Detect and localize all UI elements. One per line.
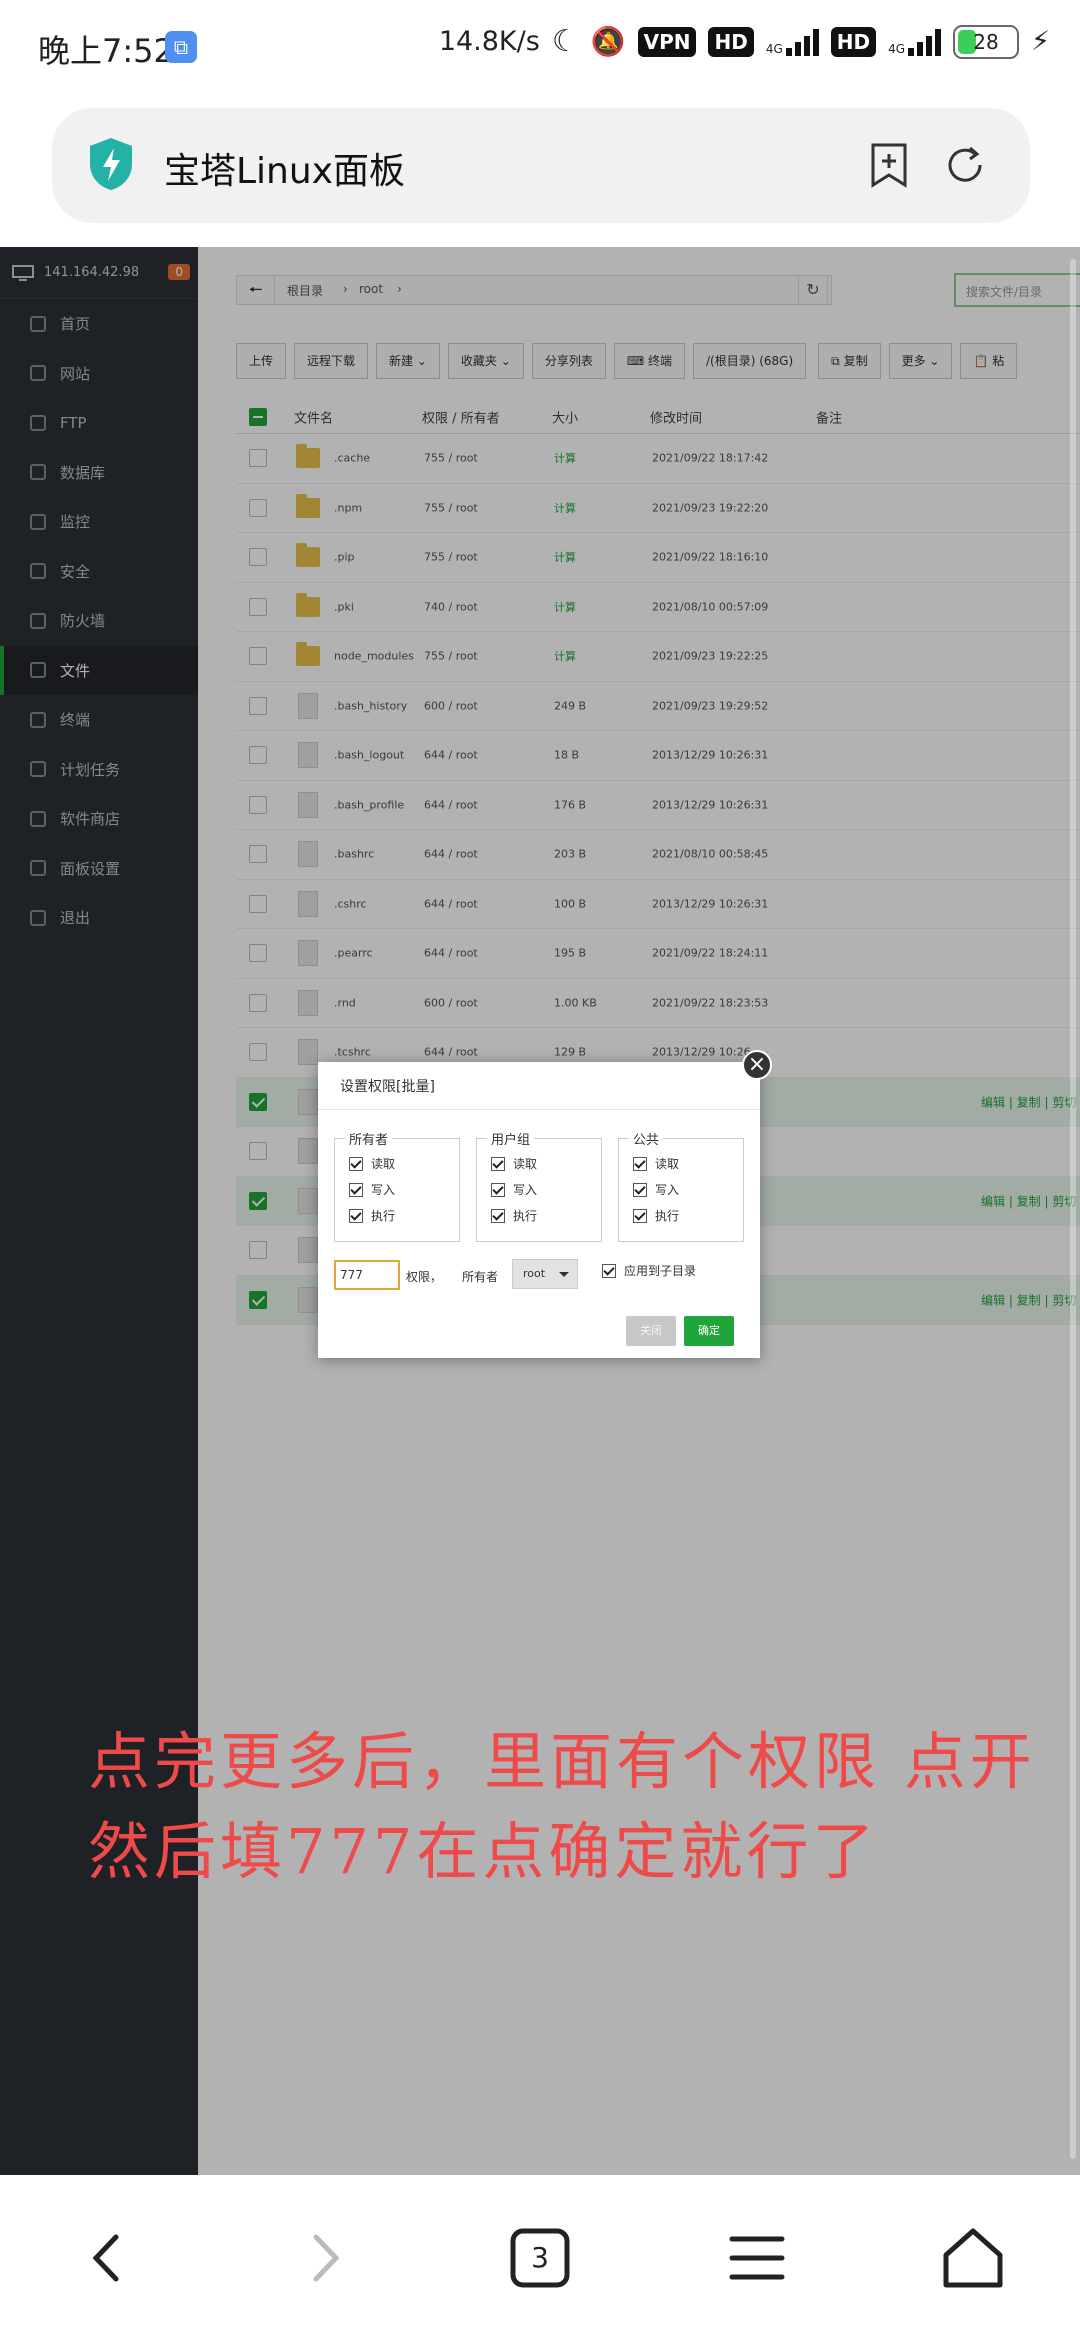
charging-icon: ⚡ <box>1031 26 1050 57</box>
back-icon[interactable] <box>72 2223 142 2293</box>
perm-option[interactable]: 执行 <box>491 1207 537 1224</box>
recursive-option[interactable]: 应用到子目录 <box>602 1262 696 1279</box>
recursive-checkbox[interactable] <box>602 1263 616 1278</box>
vpn-badge: VPN <box>637 26 697 57</box>
perm-option[interactable]: 读取 <box>633 1155 679 1172</box>
perm-option[interactable]: 写入 <box>491 1181 537 1198</box>
close-icon[interactable]: × <box>742 1050 772 1080</box>
perm-option[interactable]: 写入 <box>633 1181 679 1198</box>
handwritten-annotation: 点完更多后，里面有个权限 点开然后填777在点确定就行了 <box>88 1725 1036 1888</box>
forward-icon[interactable] <box>290 2223 360 2293</box>
bookmark-add-icon[interactable] <box>866 142 912 188</box>
perm-checkbox[interactable] <box>491 1182 505 1197</box>
perm-label: 读取 <box>655 1157 680 1171</box>
page-title: 宝塔Linux面板 <box>164 151 405 192</box>
moon-icon: ☾ <box>551 24 579 59</box>
signal-1-icon: 4G <box>766 28 819 56</box>
perm-checkbox[interactable] <box>491 1208 505 1223</box>
perm-group-1: 用户组读取写入执行 <box>476 1129 602 1242</box>
permission-input[interactable]: 777 <box>334 1260 400 1290</box>
perm-label: 写入 <box>655 1183 680 1197</box>
status-time: 晚上7:52 <box>38 32 174 70</box>
perm-checkbox[interactable] <box>633 1182 647 1197</box>
hd-badge-2: HD <box>830 26 877 57</box>
shield-icon <box>90 138 132 190</box>
net-type-2: 4G <box>888 41 906 56</box>
bottom-nav-bar: 3 <box>0 2175 1080 2340</box>
perm-label: 读取 <box>371 1157 396 1171</box>
dialog-close-button[interactable]: 关闭 <box>626 1316 676 1346</box>
menu-icon[interactable] <box>722 2223 792 2293</box>
owner-select[interactable]: root <box>512 1259 578 1289</box>
bt-panel: 141.164.42.98 0 首页 网站 FTP 数据库 监控 安全 防火墙 文件 终端 计划任… <box>0 247 1080 2175</box>
recursive-label: 应用到子目录 <box>624 1264 697 1278</box>
perm-label: 执行 <box>513 1209 538 1223</box>
status-icons: 14.8K/s ☾ 🔕 VPN HD 4G HD 4G 28 ⚡ <box>439 24 1050 59</box>
perm-checkbox[interactable] <box>633 1156 647 1171</box>
browser-address-bar[interactable]: 宝塔Linux面板 <box>52 108 1030 223</box>
hd-badge-1: HD <box>708 26 754 57</box>
perm-group-title: 公共 <box>629 1129 664 1148</box>
net-type-1: 4G <box>765 41 783 56</box>
perm-group-title: 用户组 <box>487 1129 535 1148</box>
tabs-button[interactable]: 3 <box>505 2223 575 2293</box>
perm-label: 写入 <box>371 1183 396 1197</box>
notification-app-icon: ⧉ <box>165 31 197 63</box>
perm-group-title: 所有者 <box>345 1129 393 1148</box>
net-speed: 14.8K/s <box>438 26 540 57</box>
perm-option[interactable]: 读取 <box>491 1155 537 1172</box>
perm-checkbox[interactable] <box>349 1156 363 1171</box>
home-icon[interactable] <box>938 2223 1008 2293</box>
perm-option[interactable]: 执行 <box>349 1207 395 1224</box>
perm-option[interactable]: 读取 <box>349 1155 395 1172</box>
perm-label: 执行 <box>371 1209 396 1223</box>
owner-label: 所有者 <box>462 1270 499 1284</box>
battery-icon: 28 <box>953 24 1020 59</box>
dialog-title: 设置权限[批量] <box>318 1062 760 1110</box>
perm-option[interactable]: 执行 <box>633 1207 679 1224</box>
perm-label: 写入 <box>513 1183 538 1197</box>
dialog-ok-button[interactable]: 确定 <box>684 1316 734 1346</box>
mute-bell-icon: 🔕 <box>590 25 626 58</box>
perm-label: 读取 <box>513 1157 538 1171</box>
perm-checkbox[interactable] <box>491 1156 505 1171</box>
perm-checkbox[interactable] <box>349 1208 363 1223</box>
battery-level: 28 <box>973 29 999 54</box>
signal-2-icon: 4G <box>888 28 942 56</box>
perm-group-0: 所有者读取写入执行 <box>334 1129 460 1242</box>
perm-group-2: 公共读取写入执行 <box>618 1129 744 1242</box>
perm-label: 执行 <box>655 1209 680 1223</box>
permission-label: 权限， <box>406 1270 443 1284</box>
permission-dialog: 设置权限[批量] × 所有者 读取 写入 执行 用户组 读取 写入 执行 公共 读取 写入 执行 77… <box>318 1050 772 1358</box>
reload-icon[interactable] <box>942 142 988 188</box>
perm-option[interactable]: 写入 <box>349 1181 395 1198</box>
status-bar: 晚上7:52 ⧉ 14.8K/s ☾ 🔕 VPN HD 4G HD 4G 28 … <box>0 0 1080 95</box>
perm-checkbox[interactable] <box>633 1208 647 1223</box>
tab-count: 3 <box>531 2241 549 2274</box>
perm-checkbox[interactable] <box>349 1182 363 1197</box>
